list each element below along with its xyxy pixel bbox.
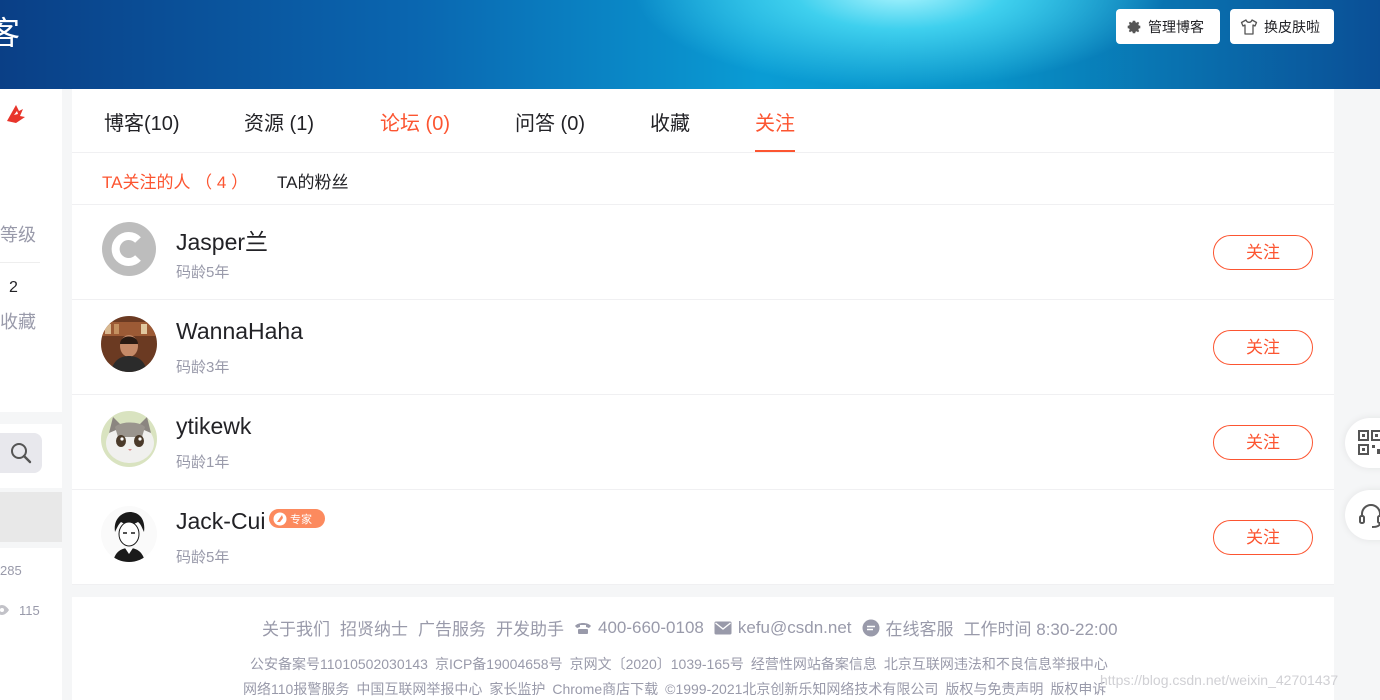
blog-banner: 客 管理博客 换皮肤啦 (0, 0, 1380, 89)
avatar[interactable] (101, 316, 157, 372)
footer-ads-link[interactable]: 广告服务 (418, 615, 486, 640)
avatar[interactable] (101, 221, 157, 277)
headset-icon (1359, 504, 1380, 528)
footer-legal-link[interactable]: 中国互联网举报中心 (356, 681, 482, 697)
level-icon (7, 105, 25, 123)
footer-legal-link[interactable]: 网络110报警服务 (243, 681, 349, 697)
qr-code-button[interactable] (1345, 418, 1380, 468)
follow-button[interactable]: 关注 (1213, 520, 1313, 555)
main-panel: 博客(10) 资源 (1) 论坛 (0) 问答 (0) 收藏 关注 TA关注的人… (72, 89, 1334, 585)
footer-legal-link[interactable]: 京网文〔2020〕1039-165号 (570, 656, 744, 672)
tab-resources[interactable]: 资源 (1) (244, 107, 314, 136)
phone-icon (575, 622, 591, 634)
level-label: 等级 (0, 225, 36, 245)
footer-phone-number: 400-660-0108 (598, 617, 704, 637)
footer-links: 关于我们 招贤纳士 广告服务 开发助手 400-660-0108 kefu@cs… (262, 615, 1128, 640)
shirt-icon (1240, 18, 1258, 35)
manage-blog-button[interactable]: 管理博客 (1116, 9, 1220, 44)
footer-jobs-link[interactable]: 招贤纳士 (340, 615, 408, 640)
customer-service-button[interactable] (1345, 490, 1380, 540)
footer-legal-link[interactable]: 京ICP备19004658号 (435, 656, 563, 672)
expert-badge-icon (273, 512, 287, 525)
change-skin-button[interactable]: 换皮肤啦 (1230, 9, 1334, 44)
tab-blog[interactable]: 博客(10) (104, 107, 180, 136)
favorites-count: 2 (9, 279, 18, 296)
footer-online-label: 在线客服 (885, 620, 954, 639)
user-name[interactable]: Jasper兰 (176, 223, 268, 257)
footer-email[interactable]: kefu@csdn.net (714, 618, 852, 638)
blog-title: 客 (0, 14, 21, 52)
sidebar-section-header (0, 492, 62, 542)
coding-age: 码龄1年 (176, 454, 230, 471)
search-button[interactable] (0, 433, 42, 473)
coding-age: 码龄3年 (176, 359, 230, 376)
csdn-c-logo-icon (102, 222, 156, 276)
follow-subtabs: TA关注的人 （ 4 ） TA的粉丝 (72, 153, 1334, 205)
sidebar-stat-2: 115 (19, 603, 40, 618)
footer-legal-link[interactable]: 版权申诉 (1050, 681, 1106, 697)
footer-legal-line-2: 网络110报警服务 中国互联网举报中心 家长监护 Chrome商店下载 ©1999-20… (243, 679, 1113, 699)
profile-tabs: 博客(10) 资源 (1) 论坛 (0) 问答 (0) 收藏 关注 (72, 89, 1334, 153)
sidebar-stat-1: 285 (0, 563, 22, 578)
user-row: ytikewk 码龄1年 关注 (72, 395, 1334, 490)
tab-following[interactable]: 关注 (755, 107, 795, 136)
qr-code-icon (1358, 430, 1380, 455)
sidebar-divider (0, 262, 40, 263)
avatar[interactable] (101, 506, 157, 562)
user-row: Jasper兰 码龄5年 关注 (72, 205, 1334, 300)
footer-legal-link[interactable]: 北京互联网违法和不良信息举报中心 (884, 656, 1108, 672)
follow-button[interactable]: 关注 (1213, 425, 1313, 460)
user-name[interactable]: ytikewk (176, 413, 251, 440)
user-name[interactable]: Jack-Cui (176, 508, 265, 535)
mail-icon (714, 621, 732, 634)
footer-legal-link[interactable]: 公安备案号11010502030143 (250, 656, 428, 672)
expert-badge: 专家 (269, 509, 325, 528)
tab-favorites[interactable]: 收藏 (650, 107, 690, 136)
follow-button[interactable]: 关注 (1213, 235, 1313, 270)
footer-phone: 400-660-0108 (574, 618, 704, 638)
footer-online-service[interactable]: 在线客服 (862, 615, 954, 640)
user-photo-icon (101, 316, 157, 372)
manage-blog-label: 管理博客 (1148, 18, 1204, 35)
active-tab-indicator (755, 150, 795, 152)
footer-copyright: ©1999-2021北京创新乐知网络技术有限公司 (665, 681, 939, 697)
tab-qa[interactable]: 问答 (0) (515, 107, 585, 136)
footer-legal-link[interactable]: 家长监护 (489, 681, 545, 697)
cat-photo-icon (101, 411, 157, 467)
profile-sidebar-card (0, 89, 62, 412)
chat-bubble-icon (862, 619, 880, 636)
gear-icon (1127, 20, 1141, 33)
user-row: Jack-Cui 专家 码龄5年 关注 (72, 490, 1334, 585)
user-row: WannaHaha 码龄3年 关注 (72, 300, 1334, 395)
eye-icon (0, 605, 9, 615)
footer-about-link[interactable]: 关于我们 (262, 615, 330, 640)
coding-age: 码龄5年 (176, 264, 230, 281)
coding-age: 码龄5年 (176, 549, 230, 566)
watermark: https://blog.csdn.net/weixin_42701437 (1100, 672, 1339, 688)
subtab-fans[interactable]: TA的粉丝 (277, 168, 348, 193)
anime-avatar-icon (101, 506, 157, 562)
footer-legal-link[interactable]: Chrome商店下载 (552, 681, 658, 697)
subtab-following[interactable]: TA关注的人 （ 4 ） (102, 168, 248, 193)
footer-email-address: kefu@csdn.net (737, 617, 852, 637)
avatar[interactable] (101, 411, 157, 467)
footer-legal-link[interactable]: 版权与免责声明 (945, 681, 1043, 697)
footer-hours: 工作时间 8:30-22:00 (963, 620, 1118, 639)
footer-legal-link[interactable]: 经营性网站备案信息 (751, 656, 877, 672)
tab-forum[interactable]: 论坛 (0) (380, 107, 450, 136)
expert-badge-label: 专家 (290, 513, 312, 526)
favorites-label[interactable]: 收藏 (0, 308, 36, 334)
footer-dev-link[interactable]: 开发助手 (496, 615, 564, 640)
follow-button[interactable]: 关注 (1213, 330, 1313, 365)
search-icon (11, 443, 32, 464)
user-name[interactable]: WannaHaha (176, 318, 303, 345)
change-skin-label: 换皮肤啦 (1264, 18, 1320, 35)
footer-legal-line-1: 公安备案号11010502030143 京ICP备19004658号 京网文〔202… (250, 654, 1115, 674)
